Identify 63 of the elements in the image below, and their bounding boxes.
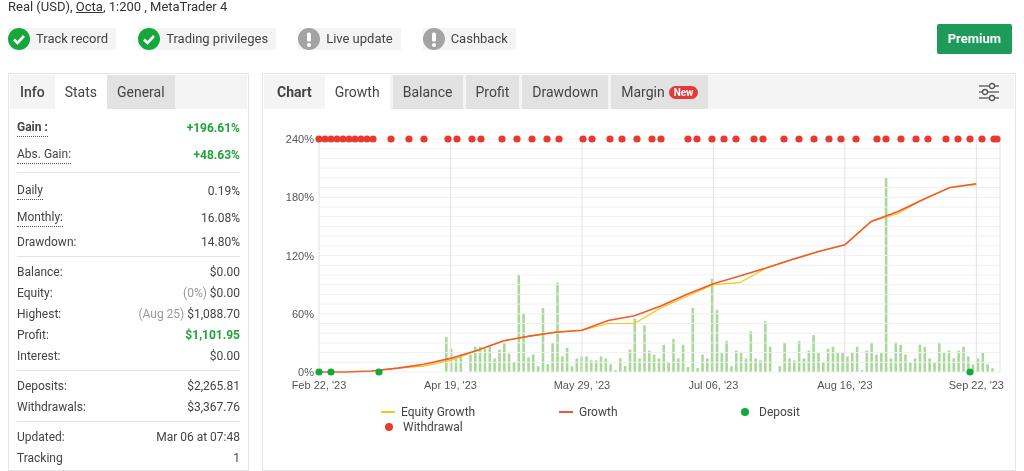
stat-label: Balance: [17,263,63,281]
stat-value: $0.00 [209,284,240,302]
chart-tab[interactable]: Profit [465,75,520,109]
axis-label: May 29, '23 [553,379,611,391]
stat-value: 0.19% [207,182,240,200]
stat-label: Profit: [17,326,49,344]
axis-label: Jul 06, '23 [688,379,739,391]
panel-tab[interactable]: General [107,75,175,109]
axis-label: Apr 19, '23 [424,379,477,391]
legend-label[interactable]: Withdrawal [403,418,463,436]
stat-label[interactable]: Daily [17,181,43,200]
stat-label: Interest: [17,347,61,365]
axis-label: 120% [285,249,314,262]
chart-tab[interactable]: Drawdown [522,75,609,109]
premium-button[interactable]: Premium [936,24,1012,54]
stat-value: $2,265.81 [187,377,240,395]
stat-value: 16.08% [201,209,240,227]
panel-tab[interactable]: Stats [54,75,107,109]
stat-label[interactable]: Gain : [17,118,48,137]
legend-label[interactable]: Equity Growth [401,403,476,421]
axis-label: 0% [298,366,314,378]
account-info-text: Real (USD), Octa, 1:200 , MetaTrader 4 [8,0,228,14]
badge-label: Track record [36,30,109,49]
stat-value: Mar 06 at 07:48 [156,428,240,446]
stat-label: Updated: [17,428,65,446]
stat-note: (Aug 25) [138,305,185,323]
badge-label: Trading privileges [166,30,269,49]
stat-note: (0%) [183,284,207,302]
axis-label: Feb 22, '23 [291,379,347,391]
legend-label[interactable]: Growth [579,403,618,421]
stat-value: $0.00 [209,347,240,365]
badge-label: Live update [326,30,393,49]
axis-label: Sep 22, '23 [948,379,1004,391]
badge-label: Cashback [450,30,508,49]
new-badge: New [668,85,699,99]
stat-value: 1 [233,449,240,467]
stat-label: Tracking [17,449,63,467]
chart-tab[interactable]: Balance [392,75,463,109]
axis-label: 180% [285,191,314,204]
panel-tab[interactable]: Info [10,75,55,109]
stat-label: Drawdown: [17,233,77,251]
legend-label[interactable]: Deposit [759,403,800,421]
stat-label: Equity: [17,284,53,302]
stat-label: Withdrawals: [17,398,86,416]
chart-title: Chart [276,82,313,102]
stat-value: $0.00 [209,263,240,281]
stat-value: $1,088.70 [187,305,240,323]
stat-label[interactable]: Abs. Gain: [17,145,72,164]
stat-label: Deposits: [17,377,67,395]
stat-value: +196.61% [186,119,240,137]
chart-tab[interactable]: Margin New [611,75,709,109]
stat-value: +48.63% [193,146,240,164]
broker-link[interactable]: Octa [75,0,103,14]
axis-label: Aug 16, '23 [817,379,873,391]
stat-value: $1,101.95 [185,326,240,344]
stat-value: $3,367.76 [187,398,240,416]
settings-icon[interactable] [978,82,1000,102]
stat-value: 14.80% [201,233,240,251]
stat-label[interactable]: Monthly: [17,208,63,227]
axis-label: 240% [285,133,314,145]
chart-tab[interactable]: Growth [324,75,390,109]
axis-label: 60% [291,307,314,320]
stat-label: Highest: [17,305,62,323]
